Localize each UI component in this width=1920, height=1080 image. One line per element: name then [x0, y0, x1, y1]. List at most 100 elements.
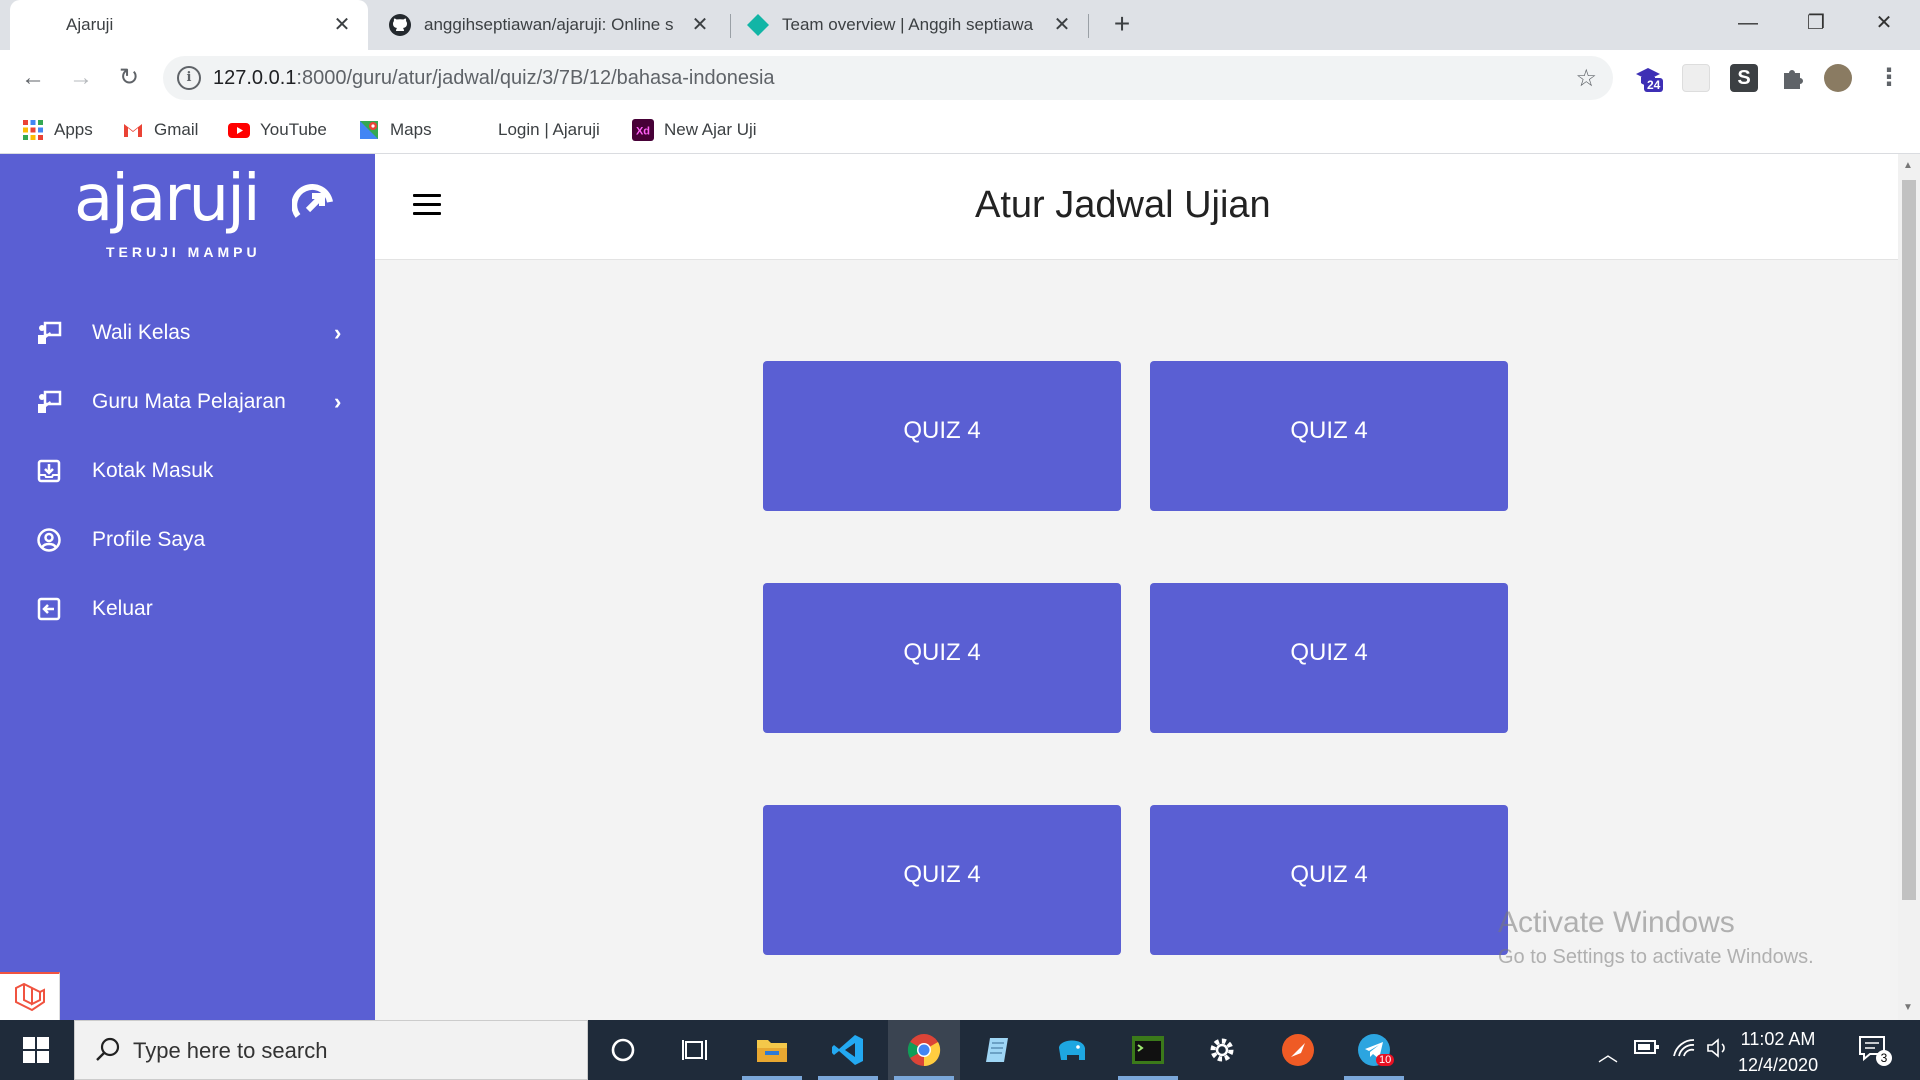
chalkboard-teacher-icon: [38, 321, 62, 344]
reload-icon[interactable]: ↻: [114, 63, 144, 93]
file-explorer-icon[interactable]: [754, 1032, 790, 1068]
activate-windows-watermark: Activate Windows Go to Settings to activ…: [1498, 906, 1814, 969]
sidebar-item-label: Kotak Masuk: [92, 459, 214, 482]
browser-toolbar: ← → ↻ i 127.0.0.1:8000/guru/atur/jadwal/…: [0, 50, 1920, 106]
sidebar-item-wali-kelas[interactable]: Wali Kelas ›: [0, 305, 375, 361]
minimize-button[interactable]: —: [1728, 8, 1768, 38]
postman-icon[interactable]: [1280, 1032, 1316, 1068]
tab-title: Ajaruji: [66, 15, 114, 34]
close-tab-icon[interactable]: ✕: [330, 13, 354, 37]
quiz-card[interactable]: QUIZ 4: [763, 583, 1121, 733]
forward-icon[interactable]: →: [66, 63, 96, 93]
sidebar-item-keluar[interactable]: Keluar: [0, 581, 375, 637]
bookmark-gmail[interactable]: Gmail: [122, 118, 198, 142]
chalkboard-teacher-icon: [38, 390, 62, 413]
scroll-up-arrow-icon[interactable]: ▲: [1903, 160, 1913, 171]
restore-button[interactable]: ❐: [1796, 8, 1836, 38]
bookmark-login-ajaruji[interactable]: Login | Ajaruji: [498, 118, 600, 142]
kebab-menu-icon[interactable]: ⋮: [1874, 63, 1904, 93]
tableplus-elephant-icon[interactable]: [1054, 1032, 1090, 1068]
running-indicator: [1344, 1076, 1404, 1080]
quiz-label: QUIZ 4: [1290, 417, 1368, 444]
sidebar-item-label: Wali Kelas: [92, 321, 191, 344]
quiz-card[interactable]: QUIZ 4: [763, 361, 1121, 511]
chevron-right-icon: ›: [334, 320, 342, 345]
graduation-cap-extension-icon[interactable]: 24: [1634, 64, 1664, 92]
bookmark-apps[interactable]: Apps: [22, 118, 93, 142]
scroll-down-arrow-icon[interactable]: ▼: [1903, 1002, 1913, 1013]
new-tab-button[interactable]: +: [1108, 10, 1136, 39]
sidebar-item-guru-mata-pelajaran[interactable]: Guru Mata Pelajaran ›: [0, 374, 375, 430]
cortana-icon[interactable]: [605, 1032, 641, 1068]
adobe-xd-icon: Xd: [632, 119, 654, 141]
chrome-icon[interactable]: [906, 1032, 942, 1068]
sidebar-item-kotak-masuk[interactable]: Kotak Masuk: [0, 443, 375, 499]
page-scrollbar[interactable]: ▲ ▼: [1898, 154, 1920, 1020]
bookmark-star-icon[interactable]: ☆: [1575, 64, 1597, 93]
bookmark-maps[interactable]: Maps: [358, 118, 432, 142]
quiz-card[interactable]: QUIZ 4: [763, 805, 1121, 955]
clock-date: 12/4/2020: [1738, 1055, 1819, 1075]
battery-icon[interactable]: [1634, 1038, 1660, 1062]
start-button[interactable]: [0, 1020, 72, 1080]
youtube-icon: [228, 123, 250, 138]
tab-title: Team overview | Anggih septiawa: [782, 15, 1034, 34]
bookmark-label: Gmail: [154, 120, 199, 139]
s-extension-icon[interactable]: S: [1730, 64, 1758, 92]
profile-avatar[interactable]: [1824, 64, 1852, 92]
running-indicator: [818, 1076, 878, 1080]
taskbar-search-box[interactable]: Type here to search: [74, 1020, 588, 1080]
blank-extension-icon[interactable]: [1682, 64, 1710, 92]
back-icon[interactable]: ←: [18, 63, 48, 93]
notification-count: 3: [1876, 1050, 1892, 1066]
action-center-icon[interactable]: 3: [1858, 1034, 1894, 1070]
running-indicator: [894, 1076, 954, 1080]
volume-icon[interactable]: [1706, 1038, 1730, 1064]
svg-text:Xd: Xd: [636, 126, 650, 138]
bookmark-youtube[interactable]: YouTube: [228, 118, 327, 142]
windows-logo-icon: [23, 1037, 49, 1063]
running-indicator: [742, 1076, 802, 1080]
sidebar-item-profile-saya[interactable]: Profile Saya: [0, 512, 375, 568]
tab-ajaruji[interactable]: Ajaruji ✕: [10, 0, 368, 50]
sidebar-item-label: Keluar: [92, 597, 153, 620]
terminal-icon[interactable]: [1130, 1032, 1166, 1068]
ajaruji-logo[interactable]: ajaruji TERUJI MAMPU: [74, 164, 333, 260]
vscode-icon[interactable]: [830, 1032, 866, 1068]
settings-gear-icon[interactable]: [1204, 1032, 1240, 1068]
tab-separator: [730, 14, 731, 38]
tab-team-overview[interactable]: Team overview | Anggih septiawa ✕: [744, 0, 1088, 50]
show-hidden-icons-chevron-icon[interactable]: ︿: [1598, 1038, 1618, 1067]
site-info-icon[interactable]: i: [177, 66, 201, 90]
tab-github[interactable]: anggihseptiawan/ajaruji: Online s ✕: [386, 0, 726, 50]
task-view-icon[interactable]: [678, 1032, 714, 1068]
page-header: Atur Jadwal Ujian: [375, 154, 1898, 260]
quiz-card[interactable]: QUIZ 4: [1150, 805, 1508, 955]
telegram-icon[interactable]: 10: [1356, 1032, 1395, 1068]
address-bar[interactable]: i 127.0.0.1:8000/guru/atur/jadwal/quiz/3…: [163, 56, 1613, 100]
sidebar: ajaruji TERUJI MAMPU Wali Kelas › Guru M…: [0, 154, 375, 1020]
notepad-icon[interactable]: [980, 1032, 1016, 1068]
hamburger-menu-icon[interactable]: [413, 194, 441, 216]
search-placeholder: Type here to search: [133, 1038, 328, 1063]
diamond-icon: [747, 14, 769, 36]
quiz-card[interactable]: QUIZ 4: [1150, 583, 1508, 733]
sidebar-item-label: Guru Mata Pelajaran: [92, 390, 286, 413]
close-tab-icon[interactable]: ✕: [1050, 13, 1074, 37]
close-tab-icon[interactable]: ✕: [688, 13, 712, 37]
laravel-icon: [15, 982, 45, 1012]
user-circle-icon: [37, 528, 61, 552]
url-text[interactable]: 127.0.0.1:8000/guru/atur/jadwal/quiz/3/7…: [213, 67, 775, 90]
bookmark-new-ajar-uji[interactable]: Xd New Ajar Uji: [632, 118, 757, 142]
logo-arrow-icon: [292, 184, 333, 218]
scrollbar-thumb[interactable]: [1902, 180, 1916, 900]
close-window-button[interactable]: ✕: [1864, 8, 1904, 38]
laravel-debugbar-button[interactable]: [0, 972, 60, 1020]
search-icon: [96, 1037, 120, 1061]
page-title: Atur Jadwal Ujian: [975, 184, 1271, 226]
taskbar-clock[interactable]: 11:02 AM 12/4/2020: [1738, 1026, 1818, 1078]
wifi-icon[interactable]: [1672, 1038, 1696, 1064]
quiz-card[interactable]: QUIZ 4: [1150, 361, 1508, 511]
puzzle-extensions-icon[interactable]: [1778, 64, 1806, 92]
quiz-label: QUIZ 4: [1290, 861, 1368, 888]
